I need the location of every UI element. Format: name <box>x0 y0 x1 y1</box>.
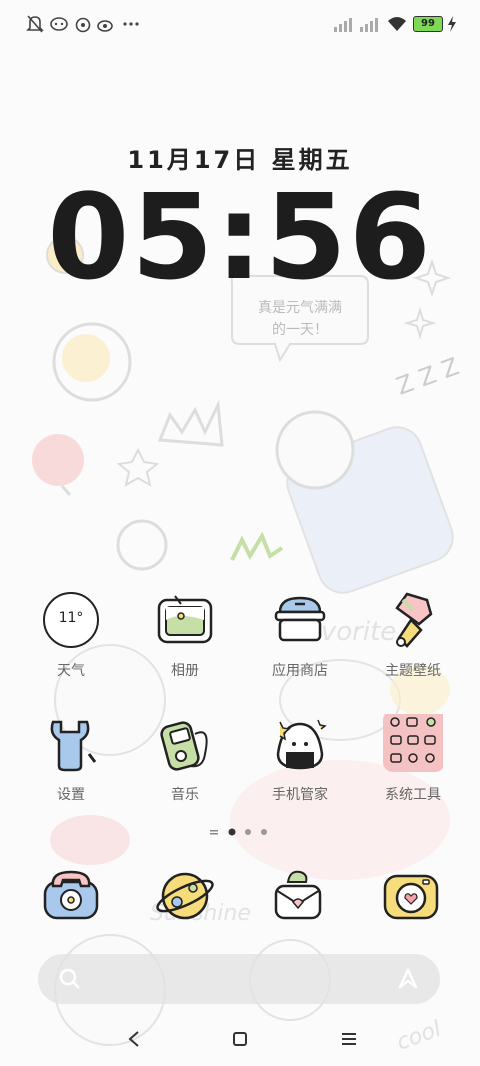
gallery-icon <box>157 595 213 644</box>
page-dot <box>245 829 251 835</box>
app-label: 天气 <box>57 663 85 679</box>
app-security[interactable]: 手机管家 <box>245 714 355 814</box>
more-dots-icon <box>123 22 139 26</box>
app-tools-folder[interactable]: 系统工具 <box>358 714 468 814</box>
app-label: 主题壁纸 <box>385 663 441 679</box>
search-icon[interactable] <box>58 967 82 991</box>
app-label: 系统工具 <box>385 787 441 803</box>
app-weather[interactable]: 11° 天气 <box>16 590 126 690</box>
app-music[interactable]: 音乐 <box>130 714 240 814</box>
mute-bell-icon <box>26 15 44 33</box>
phone-icon[interactable] <box>41 866 101 926</box>
battery-icon: 99 <box>413 16 443 32</box>
home-indicator-icon <box>210 830 218 832</box>
planet-browser-icon[interactable] <box>155 866 215 926</box>
zzz-text: Z Z Z <box>392 352 462 400</box>
status-bar: 99 <box>0 0 480 50</box>
app-label: 相册 <box>171 663 199 679</box>
message-bird-icon[interactable] <box>268 866 328 926</box>
sticker-text-2: 的一天！ <box>272 322 328 338</box>
charging-icon <box>448 16 456 32</box>
app-label: 手机管家 <box>272 787 328 803</box>
page-indicator[interactable] <box>210 826 270 838</box>
app-label: 音乐 <box>171 787 199 803</box>
navigation-bar <box>0 1016 480 1060</box>
app-themes[interactable]: 主题壁纸 <box>358 590 468 690</box>
weather-temp: 11° <box>58 610 84 626</box>
home-button-icon[interactable] <box>225 1024 255 1054</box>
messenger-icon <box>50 17 68 31</box>
app-label: 设置 <box>57 787 85 803</box>
app-gallery[interactable]: 相册 <box>130 590 240 690</box>
app-store[interactable]: 应用商店 <box>245 590 355 690</box>
wifi-icon <box>388 17 406 31</box>
battery-level: 99 <box>421 18 435 29</box>
signal-icon <box>334 18 352 32</box>
settings-icon <box>50 720 97 772</box>
app-label: 应用商店 <box>272 663 328 679</box>
search-bar[interactable] <box>38 954 440 1004</box>
page-dot-active <box>228 828 236 836</box>
themes-icon <box>395 592 433 648</box>
app-store-icon <box>274 596 326 642</box>
camera-icon[interactable] <box>381 866 441 926</box>
recents-button-icon[interactable] <box>334 1024 364 1054</box>
assistant-icon[interactable] <box>396 967 420 991</box>
page-dot <box>261 829 267 835</box>
tools-folder-icon <box>383 714 443 772</box>
app-settings[interactable]: 设置 <box>16 714 126 814</box>
back-button-icon[interactable] <box>120 1024 150 1054</box>
signal-icon <box>360 18 378 32</box>
clock-time[interactable]: 05:56 <box>0 172 480 302</box>
weibo-icon <box>97 20 113 32</box>
music-icon <box>160 721 208 771</box>
alarm-icon <box>75 17 91 33</box>
security-icon <box>276 719 327 770</box>
